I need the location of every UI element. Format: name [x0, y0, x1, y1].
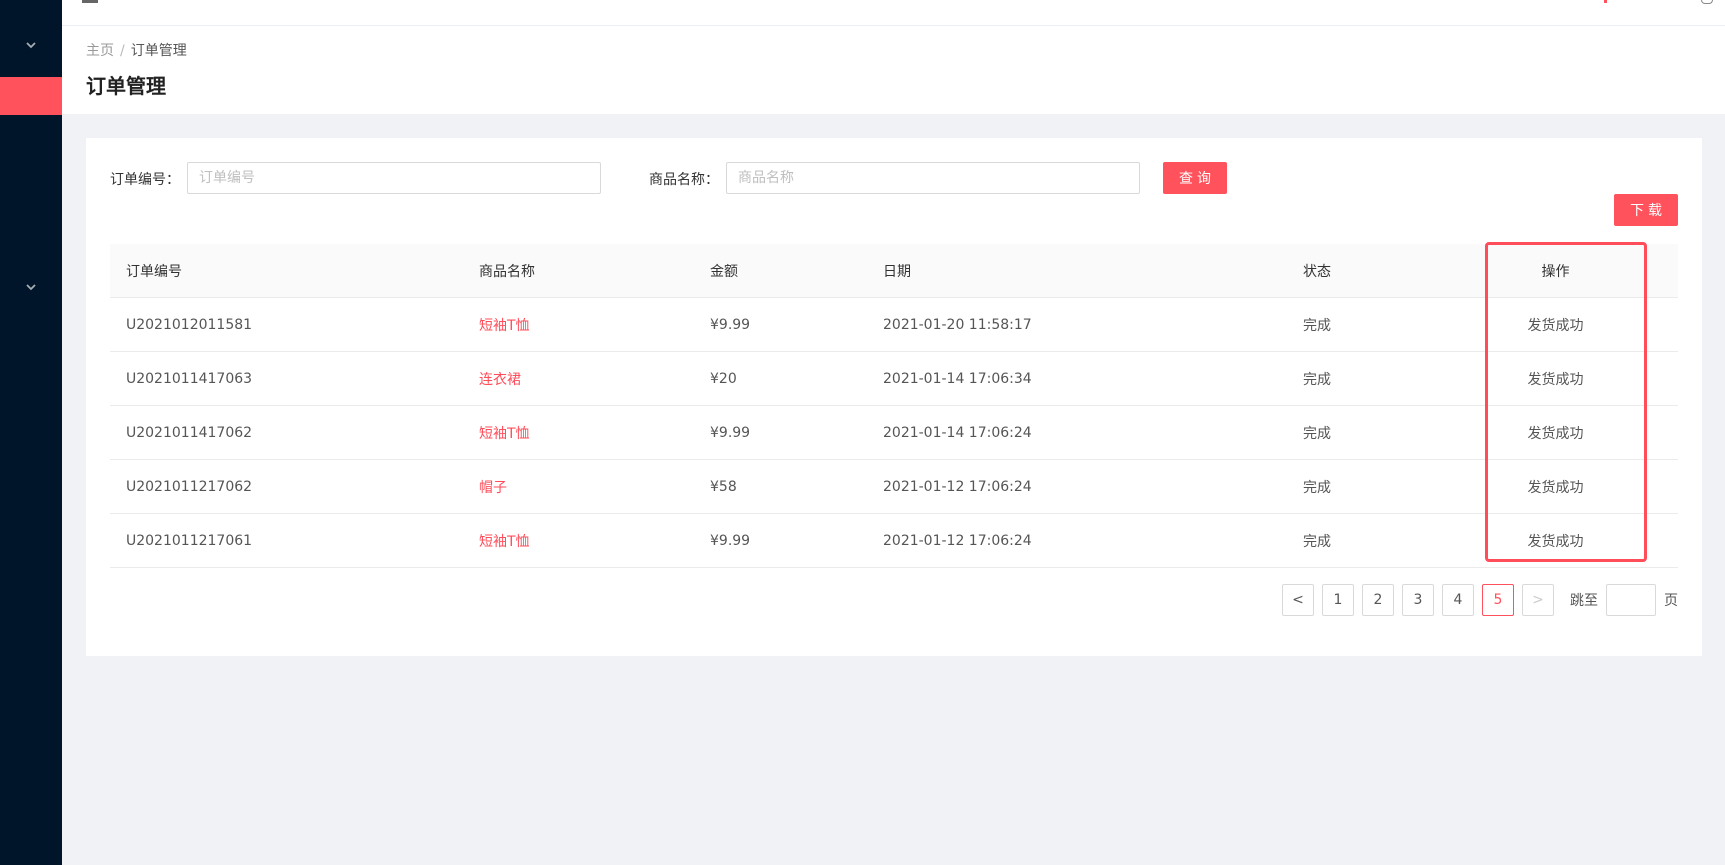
- sidebar: [0, 0, 62, 865]
- breadcrumb-separator: /: [120, 43, 125, 59]
- page-button-5[interactable]: 5: [1482, 584, 1514, 616]
- breadcrumb-home[interactable]: 主页: [86, 43, 114, 59]
- page-button-3[interactable]: 3: [1402, 584, 1434, 616]
- order-id-input[interactable]: [187, 162, 601, 194]
- action-cell: 发货成功: [1527, 317, 1584, 334]
- product-link[interactable]: 短袖T恤: [479, 531, 710, 551]
- column-header-status: 状态: [1303, 263, 1331, 280]
- page-button-2[interactable]: 2: [1362, 584, 1394, 616]
- table-row: U2021012011581 短袖T恤 ¥9.99 2021-01-20 11:…: [110, 298, 1678, 352]
- table-row: U2021011217061 短袖T恤 ¥9.99 2021-01-12 17:…: [110, 514, 1678, 568]
- breadcrumb-current: 订单管理: [130, 43, 187, 59]
- sidebar-active-item[interactable]: [0, 77, 62, 115]
- column-header-date: 日期: [883, 263, 911, 280]
- date-cell: 2021-01-12 17:06:24: [883, 478, 1032, 495]
- amount-cell: ¥20: [710, 370, 737, 387]
- order-id-cell: U2021011217062: [126, 478, 253, 495]
- product-name-input[interactable]: [726, 162, 1140, 194]
- amount-cell: ¥9.99: [710, 316, 751, 333]
- notification-icon[interactable]: [1604, 0, 1607, 3]
- product-link[interactable]: 帽子: [479, 477, 710, 497]
- table-row: U2021011417062 短袖T恤 ¥9.99 2021-01-14 17:…: [110, 406, 1678, 460]
- chevron-down-icon[interactable]: [26, 42, 36, 49]
- status-cell: 完成: [1303, 317, 1331, 334]
- date-cell: 2021-01-14 17:06:24: [883, 424, 1032, 441]
- jump-to-label: 跳至: [1570, 593, 1598, 609]
- download-button[interactable]: 下载: [1614, 194, 1678, 226]
- order-id-cell: U2021011417062: [126, 424, 253, 441]
- status-cell: 完成: [1303, 533, 1331, 550]
- query-button[interactable]: 查询: [1163, 162, 1227, 194]
- menu-toggle-icon[interactable]: [82, 0, 98, 3]
- product-name-label: 商品名称：: [649, 172, 719, 188]
- order-card: 订单编号： 商品名称： 查询 下载 订单编号 商品名称 金额 日期 状态 操作 …: [86, 138, 1702, 656]
- page-header: 主页 / 订单管理 订单管理: [62, 26, 1725, 114]
- column-header-action: 操作: [1541, 263, 1570, 280]
- action-cell: 发货成功: [1527, 479, 1584, 496]
- action-cell: 发货成功: [1527, 371, 1584, 388]
- product-link[interactable]: 短袖T恤: [479, 423, 710, 443]
- breadcrumb: 主页 / 订单管理: [86, 40, 187, 60]
- status-cell: 完成: [1303, 479, 1331, 496]
- order-id-cell: U2021012011581: [126, 316, 253, 333]
- page-button-1[interactable]: 1: [1322, 584, 1354, 616]
- status-cell: 完成: [1303, 371, 1331, 388]
- amount-cell: ¥58: [710, 478, 737, 495]
- top-bar: [62, 0, 1725, 26]
- table-row: U2021011217062 帽子 ¥58 2021-01-12 17:06:2…: [110, 460, 1678, 514]
- jump-suffix-label: 页: [1664, 593, 1678, 609]
- product-link[interactable]: 连衣裙: [479, 369, 710, 389]
- table-row: U2021011417063 连衣裙 ¥20 2021-01-14 17:06:…: [110, 352, 1678, 406]
- status-cell: 完成: [1303, 425, 1331, 442]
- order-table: 订单编号 商品名称 金额 日期 状态 操作 U2021012011581 短袖T…: [110, 244, 1678, 568]
- order-id-label: 订单编号：: [110, 172, 180, 188]
- amount-cell: ¥9.99: [710, 532, 751, 549]
- table-header: 订单编号 商品名称 金额 日期 状态 操作: [110, 244, 1678, 298]
- page-title: 订单管理: [86, 74, 166, 98]
- product-link[interactable]: 短袖T恤: [479, 315, 710, 335]
- date-cell: 2021-01-14 17:06:34: [883, 370, 1032, 387]
- date-cell: 2021-01-20 11:58:17: [883, 316, 1032, 333]
- jump-to-input[interactable]: [1606, 584, 1656, 616]
- order-id-cell: U2021011217061: [126, 532, 253, 549]
- column-header-product: 商品名称: [479, 263, 535, 280]
- chevron-down-icon[interactable]: [26, 284, 36, 291]
- page-button-4[interactable]: 4: [1442, 584, 1474, 616]
- column-header-amount: 金额: [710, 263, 738, 280]
- user-icon[interactable]: [1701, 0, 1713, 4]
- order-id-cell: U2021011417063: [126, 370, 253, 387]
- date-cell: 2021-01-12 17:06:24: [883, 532, 1032, 549]
- prev-page-button[interactable]: <: [1282, 584, 1314, 616]
- action-cell: 发货成功: [1527, 533, 1584, 550]
- amount-cell: ¥9.99: [710, 424, 751, 441]
- next-page-button[interactable]: >: [1522, 584, 1554, 616]
- pagination: < 1 2 3 4 5 > 跳至 页: [1274, 584, 1678, 616]
- column-header-order-id: 订单编号: [126, 263, 182, 280]
- action-cell: 发货成功: [1527, 425, 1584, 442]
